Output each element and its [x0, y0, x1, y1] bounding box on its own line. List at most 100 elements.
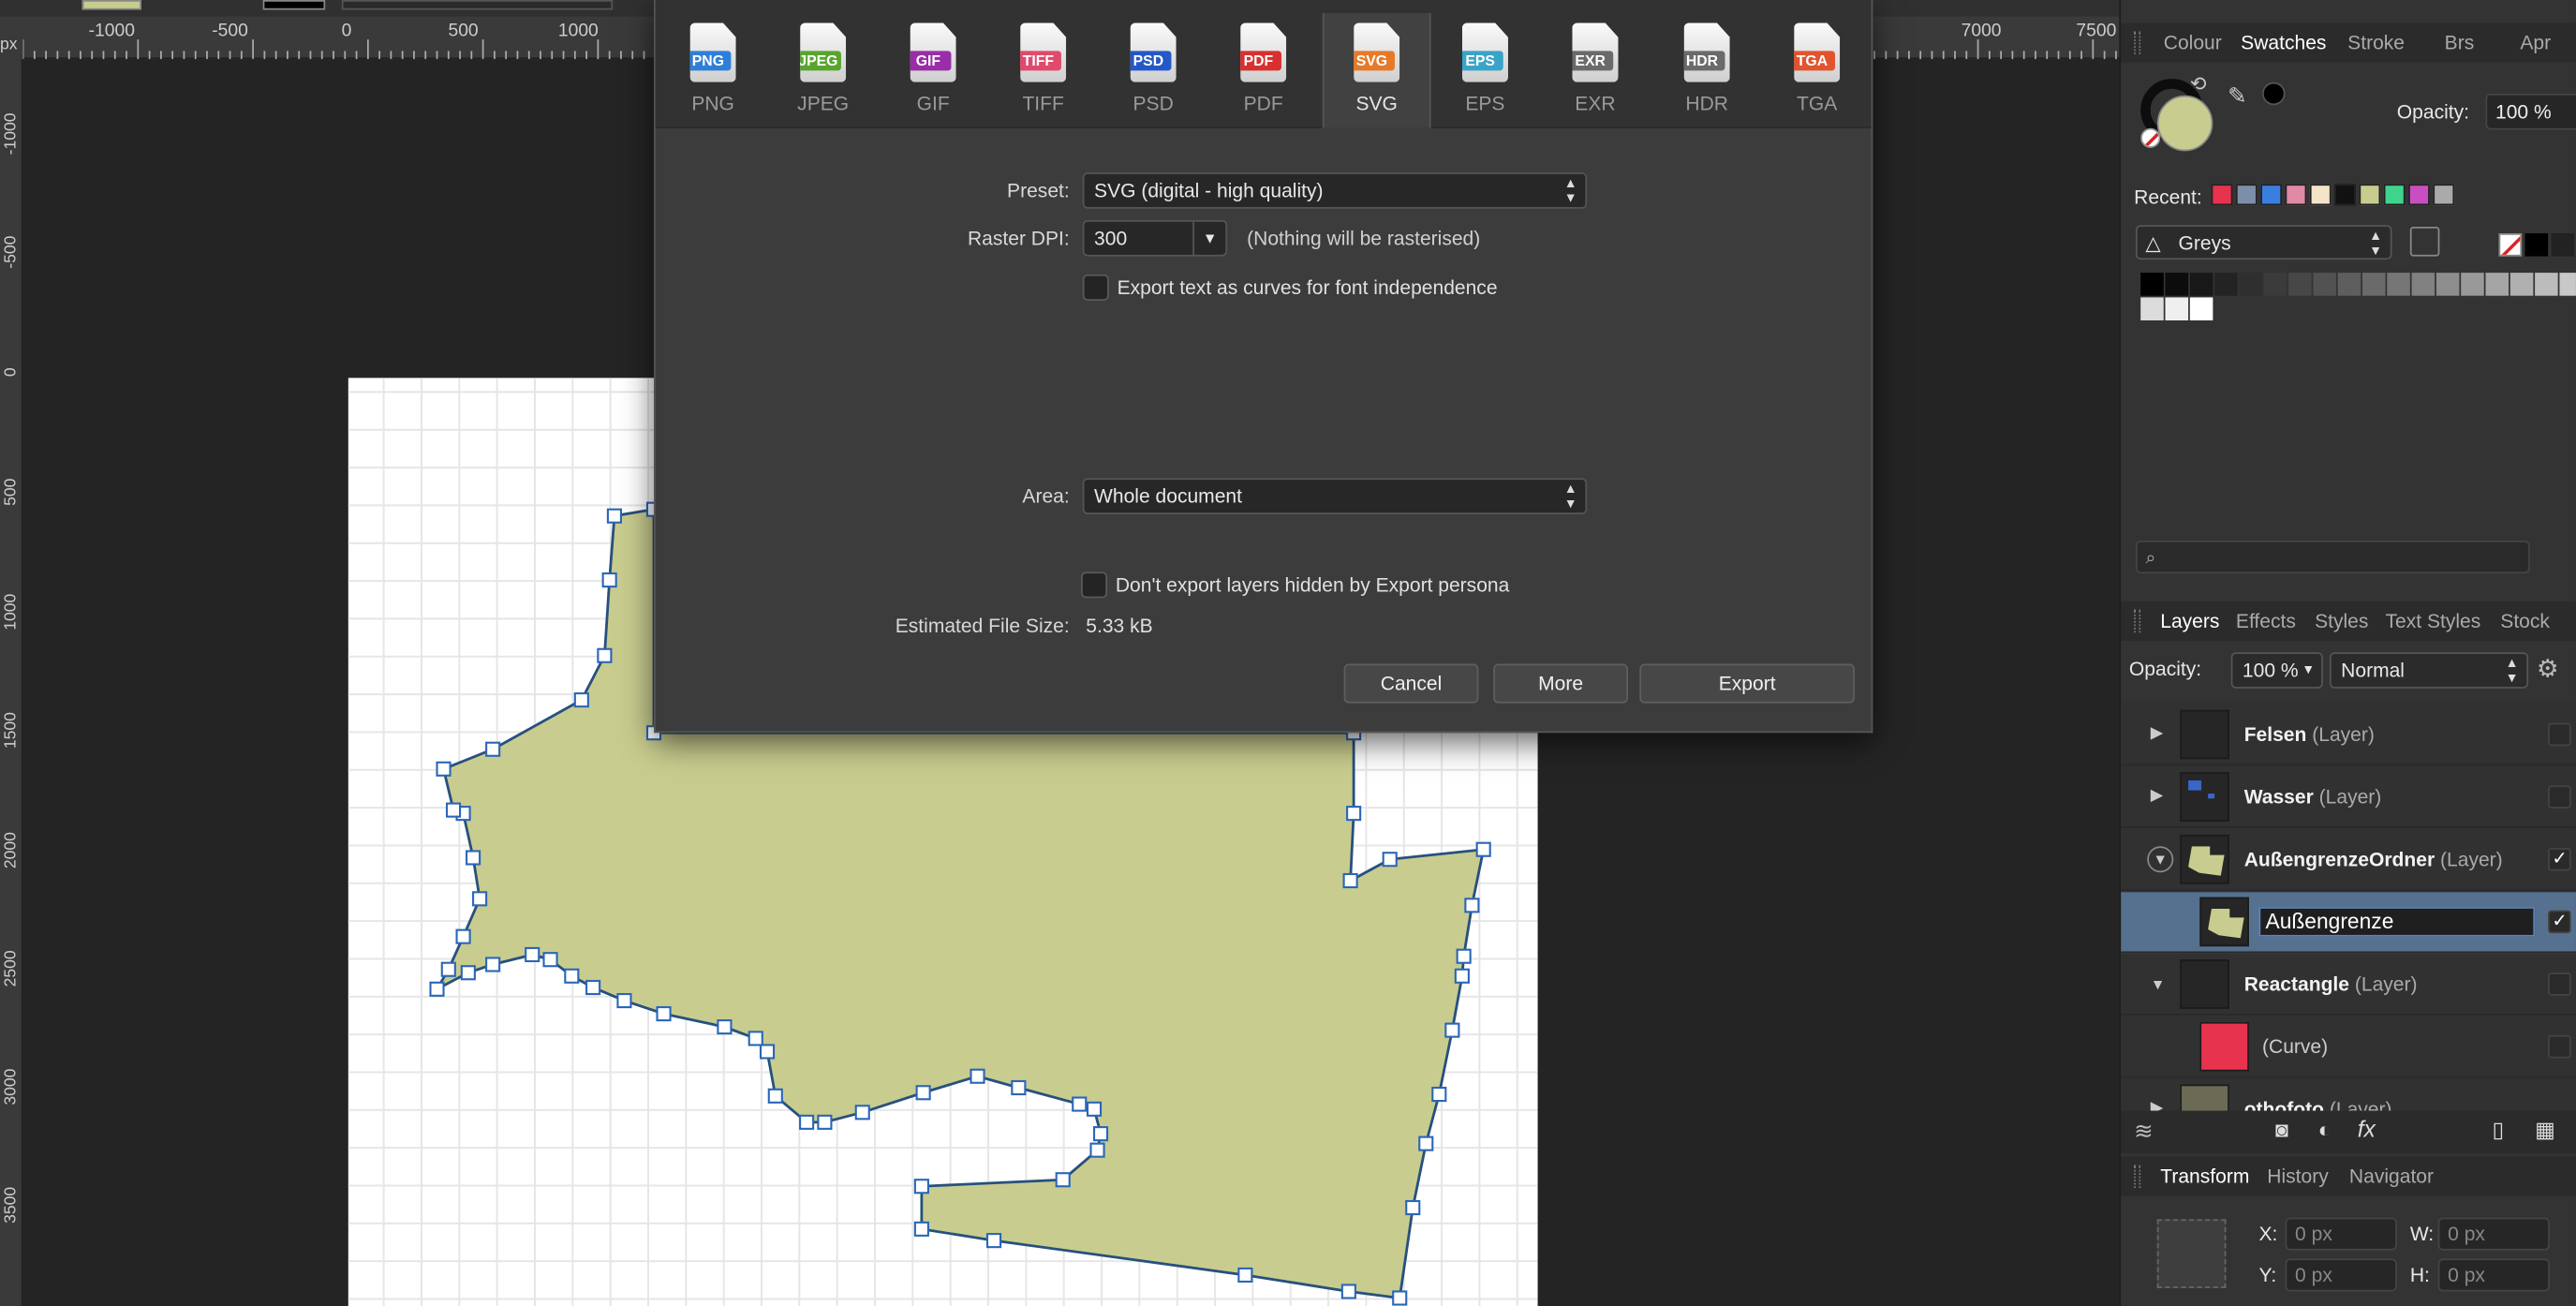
layer-opacity-field[interactable]: 100 % ▼ — [2230, 652, 2323, 689]
path-node[interactable] — [597, 647, 613, 663]
opacity-field[interactable]: 100 % — [2485, 93, 2576, 130]
path-node[interactable] — [717, 1019, 733, 1035]
path-node[interactable] — [1092, 1126, 1109, 1142]
grey-swatch[interactable] — [2189, 297, 2213, 320]
more-button[interactable]: More — [1493, 663, 1629, 704]
palette-select[interactable]: △ Greys ▲ ▼ — [2135, 225, 2392, 260]
no-color-icon[interactable] — [2140, 127, 2161, 148]
path-node[interactable] — [1072, 1096, 1088, 1112]
path-node[interactable] — [1392, 1290, 1408, 1306]
path-node[interactable] — [445, 802, 462, 818]
layer-row-curve[interactable]: (Curve) — [2121, 1017, 2576, 1078]
tab-history[interactable]: History — [2267, 1165, 2328, 1188]
recent-swatch[interactable] — [2235, 184, 2258, 206]
path-node[interactable] — [1055, 1172, 1071, 1188]
format-hdr-button[interactable]: HDR HDR — [1652, 13, 1761, 128]
recent-swatch[interactable] — [2285, 184, 2307, 206]
tab-text-styles[interactable]: Text Styles — [2386, 610, 2481, 633]
swap-icon[interactable]: ⟲ — [2190, 72, 2207, 96]
layer-row-aussengrenze[interactable]: Außengrenze ✓ — [2121, 892, 2576, 954]
tab-swatches[interactable]: Swatches — [2241, 31, 2326, 54]
path-node[interactable] — [1464, 898, 1480, 913]
palette-options-icon[interactable] — [2409, 227, 2440, 257]
recent-swatch[interactable] — [2433, 184, 2455, 206]
current-color-swatch[interactable] — [2261, 82, 2286, 106]
path-node[interactable] — [985, 1233, 1002, 1249]
grey-swatch[interactable] — [2559, 273, 2576, 296]
layer-rename-input[interactable]: Außengrenze — [2258, 907, 2536, 937]
path-node[interactable] — [460, 965, 476, 981]
path-node[interactable] — [656, 1006, 672, 1022]
grey-swatch[interactable] — [2337, 273, 2361, 296]
grey-swatch[interactable] — [2288, 273, 2312, 296]
path-node[interactable] — [616, 992, 632, 1009]
path-node[interactable] — [1418, 1135, 1434, 1151]
hidden-layers-checkbox[interactable] — [1081, 571, 1108, 599]
grey-swatch[interactable] — [2461, 273, 2484, 296]
format-gif-button[interactable]: GIF GIF — [879, 13, 987, 128]
visibility-checkbox[interactable] — [2548, 785, 2571, 809]
grey-swatch[interactable] — [2189, 273, 2213, 296]
delete-layer-icon[interactable]: ▦ — [2535, 1118, 2555, 1144]
collapse-icon[interactable]: ▼ — [2151, 976, 2166, 993]
blend-mode-select[interactable]: Normal ▲ ▼ — [2329, 652, 2529, 689]
fill-well[interactable] — [2156, 95, 2213, 152]
path-node[interactable] — [606, 508, 622, 524]
recent-swatch[interactable] — [2211, 184, 2233, 206]
path-node[interactable] — [455, 928, 471, 944]
path-node[interactable] — [1340, 1284, 1356, 1299]
dark-swatch[interactable] — [2551, 233, 2575, 257]
grey-swatch[interactable] — [2485, 273, 2509, 296]
layer-row-reactangle[interactable]: ▼ Reactangle (Layer) — [2121, 955, 2576, 1016]
format-png-button[interactable]: PNG PNG — [659, 13, 767, 128]
grey-swatch[interactable] — [2387, 273, 2410, 296]
format-pdf-button[interactable]: PDF PDF — [1209, 13, 1318, 128]
grey-swatch[interactable] — [2509, 273, 2534, 296]
recent-swatch[interactable] — [2309, 184, 2332, 206]
path-node[interactable] — [1342, 872, 1358, 889]
grey-swatch[interactable] — [2411, 273, 2435, 296]
layer-row-wasser[interactable]: ▶ Wasser (Layer) — [2121, 767, 2576, 828]
grey-swatch[interactable] — [2140, 273, 2164, 296]
y-field[interactable]: 0 px — [2285, 1258, 2397, 1292]
recent-swatch[interactable] — [2260, 184, 2283, 206]
visibility-checkbox[interactable]: ✓ — [2548, 847, 2571, 871]
path-node[interactable] — [436, 761, 452, 777]
path-node[interactable] — [913, 1179, 929, 1195]
anchor-selector[interactable] — [2156, 1219, 2227, 1288]
path-node[interactable] — [601, 572, 617, 588]
path-node[interactable] — [564, 968, 580, 984]
curves-checkbox[interactable] — [1082, 274, 1109, 301]
path-node[interactable] — [1456, 948, 1472, 964]
grey-swatch[interactable] — [2435, 273, 2460, 296]
path-node[interactable] — [817, 1114, 833, 1130]
mask-icon[interactable]: ◙ — [2275, 1118, 2288, 1142]
tab-colour[interactable]: Colour — [2164, 31, 2222, 54]
path-node[interactable] — [466, 850, 481, 866]
path-node[interactable] — [1405, 1199, 1421, 1216]
fx-icon[interactable]: fx — [2358, 1116, 2376, 1142]
path-node[interactable] — [915, 1085, 931, 1101]
adjustment-icon[interactable]: ◐ — [2318, 1118, 2332, 1142]
expand-icon[interactable]: ▶ — [2151, 787, 2164, 805]
tab-appearance[interactable]: Apr — [2520, 31, 2551, 54]
x-field[interactable]: 0 px — [2285, 1217, 2397, 1251]
path-node[interactable] — [748, 1031, 763, 1046]
expand-icon[interactable]: ▶ — [2151, 1099, 2164, 1110]
visibility-checkbox[interactable] — [2548, 722, 2571, 747]
grey-swatch[interactable] — [2361, 273, 2386, 296]
format-eps-button[interactable]: EPS EPS — [1431, 13, 1540, 128]
swatch-search-input[interactable]: ⌕ — [2135, 541, 2530, 574]
recent-swatch[interactable] — [2383, 184, 2406, 206]
grey-swatch[interactable] — [2263, 273, 2287, 296]
path-node[interactable] — [759, 1044, 776, 1060]
tab-navigator[interactable]: Navigator — [2349, 1165, 2434, 1188]
grey-swatch[interactable] — [2165, 273, 2189, 296]
black-swatch[interactable] — [2524, 233, 2549, 257]
tab-layers[interactable]: Layers — [2160, 610, 2219, 633]
dpi-combo[interactable]: 300 ▼ — [1082, 220, 1228, 257]
cancel-button[interactable]: Cancel — [1343, 663, 1479, 704]
path-node[interactable] — [542, 952, 558, 968]
path-node[interactable] — [854, 1105, 870, 1120]
panel-grip[interactable] — [2134, 1165, 2141, 1188]
